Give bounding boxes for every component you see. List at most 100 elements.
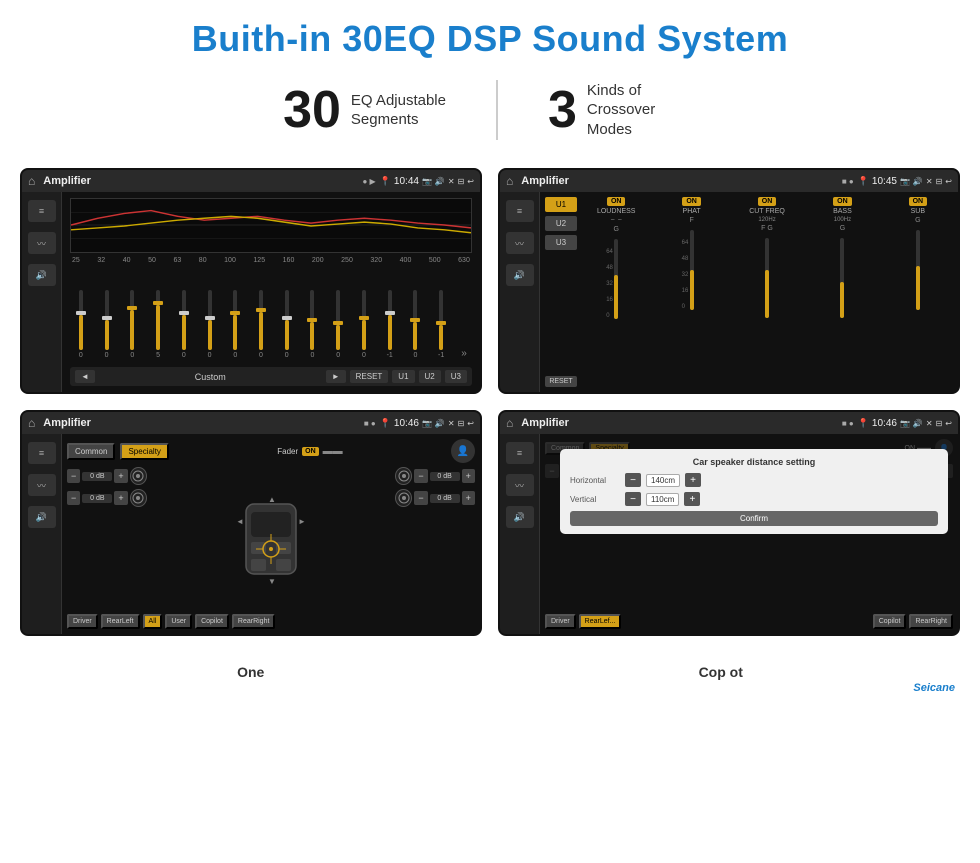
page-title: Buith-in 30EQ DSP Sound System — [0, 0, 980, 70]
dialog-horizontal-row: Horizontal − 140cm + — [570, 473, 938, 487]
eq-slider-9[interactable]: 0 — [276, 290, 298, 359]
user-btn[interactable]: User — [165, 614, 192, 629]
crossover-window-icon[interactable]: ⊟ — [936, 177, 943, 186]
db-plus-fr[interactable]: + — [462, 469, 475, 483]
eq-sliders-area: 0 0 0 5 0 — [70, 268, 472, 363]
distance-close-icon[interactable]: ✕ — [926, 419, 933, 428]
eq-reset-btn[interactable]: RESET — [350, 370, 389, 383]
eq-slider-7[interactable]: 0 — [224, 290, 246, 359]
distance-window-icon[interactable]: ⊟ — [936, 419, 943, 428]
eq-slider-15[interactable]: -1 — [430, 290, 452, 359]
phat-on[interactable]: ON — [682, 197, 701, 206]
crossover-home-icon[interactable]: ⌂ — [506, 174, 513, 188]
distance-sidebar-btn2[interactable]: 〰 — [506, 474, 534, 496]
dist-driver-btn[interactable]: Driver — [545, 614, 576, 629]
dist-copilot-btn[interactable]: Copilot — [873, 614, 907, 629]
eq-slider-4[interactable]: 5 — [147, 290, 169, 359]
db-plus-rl[interactable]: + — [114, 491, 127, 505]
speaker-sidebar-btn3[interactable]: 🔊 — [28, 506, 56, 528]
crossover-reset-btn[interactable]: RESET — [545, 376, 577, 387]
confirm-btn[interactable]: Confirm — [570, 511, 938, 526]
vertical-plus-btn[interactable]: + — [684, 492, 700, 506]
speaker-close-icon[interactable]: ✕ — [448, 419, 455, 428]
speaker-right-controls: − 0 dB + − 0 dB + — [395, 467, 475, 610]
window-icon[interactable]: ⊟ — [458, 177, 465, 186]
eq-slider-8[interactable]: 0 — [250, 290, 272, 359]
specialty-mode-btn[interactable]: Specialty — [120, 443, 168, 460]
loudness-slider[interactable]: 64 48 32 16 0 — [614, 239, 618, 319]
crossover-back-icon[interactable]: ↩ — [945, 177, 952, 186]
eq-sidebar: ≡ 〰 🔊 — [22, 192, 62, 392]
crossover-sidebar-btn2[interactable]: 〰 — [506, 232, 534, 254]
sub-on[interactable]: ON — [909, 197, 928, 206]
rear-right-btn[interactable]: RearRight — [232, 614, 276, 629]
u1-btn[interactable]: U1 — [545, 197, 577, 212]
speaker-window-icon[interactable]: ⊟ — [458, 419, 465, 428]
eq-sidebar-btn3[interactable]: 🔊 — [28, 264, 56, 286]
driver-btn[interactable]: Driver — [67, 614, 98, 629]
cutfreq-on[interactable]: ON — [758, 197, 777, 206]
eq-slider-1[interactable]: 0 — [70, 290, 92, 359]
back-icon[interactable]: ↩ — [467, 177, 474, 186]
db-minus-rl[interactable]: − — [67, 491, 80, 505]
eq-next-btn[interactable]: ► — [326, 370, 346, 383]
cutfreq-slider[interactable] — [765, 238, 769, 318]
eq-u3-btn[interactable]: U3 — [445, 370, 467, 383]
u3-btn[interactable]: U3 — [545, 235, 577, 250]
eq-slider-2[interactable]: 0 — [96, 290, 118, 359]
copilot-btn[interactable]: Copilot — [195, 614, 229, 629]
eq-slider-13[interactable]: -1 — [379, 290, 401, 359]
bass-slider[interactable] — [840, 238, 844, 318]
loudness-on[interactable]: ON — [607, 197, 626, 206]
eq-u1-btn[interactable]: U1 — [392, 370, 414, 383]
db-plus-rr[interactable]: + — [462, 491, 475, 505]
db-minus-fl[interactable]: − — [67, 469, 80, 483]
eq-slider-10[interactable]: 0 — [302, 290, 324, 359]
horizontal-minus-btn[interactable]: − — [625, 473, 641, 487]
common-mode-btn[interactable]: Common — [67, 443, 115, 460]
eq-slider-6[interactable]: 0 — [199, 290, 221, 359]
speaker-sidebar-btn1[interactable]: ≡ — [28, 442, 56, 464]
eq-slider-5[interactable]: 0 — [173, 290, 195, 359]
db-plus-fl[interactable]: + — [114, 469, 127, 483]
speaker-sidebar-btn2[interactable]: 〰 — [28, 474, 56, 496]
settings-person-icon[interactable]: 👤 — [451, 439, 475, 463]
crossover-sidebar-btn1[interactable]: ≡ — [506, 200, 534, 222]
eq-slider-14[interactable]: 0 — [405, 290, 427, 359]
distance-sidebar-btn1[interactable]: ≡ — [506, 442, 534, 464]
distance-home-icon[interactable]: ⌂ — [506, 416, 513, 430]
crossover-close-icon[interactable]: ✕ — [926, 177, 933, 186]
bass-on[interactable]: ON — [833, 197, 852, 206]
eq-slider-12[interactable]: 0 — [353, 290, 375, 359]
eq-prev-btn[interactable]: ◄ — [75, 370, 95, 383]
db-minus-fr[interactable]: − — [414, 469, 427, 483]
distance-back-icon[interactable]: ↩ — [945, 419, 952, 428]
eq-sidebar-btn2[interactable]: 〰 — [28, 232, 56, 254]
dist-rear-left-btn[interactable]: RearLef... — [579, 614, 622, 629]
speaker-time: 10:46 — [394, 418, 419, 429]
crossover-u-col: U1 U2 U3 RESET — [545, 197, 577, 387]
u2-btn[interactable]: U2 — [545, 216, 577, 231]
eq-u2-btn[interactable]: U2 — [419, 370, 441, 383]
ch-loudness: ON LOUDNESS ~~ G 64 48 32 16 0 — [581, 197, 651, 387]
vertical-minus-btn[interactable]: − — [625, 492, 641, 506]
dist-rear-right-btn[interactable]: RearRight — [909, 614, 953, 629]
eq-sidebar-btn1[interactable]: ≡ — [28, 200, 56, 222]
home-icon[interactable]: ⌂ — [28, 174, 35, 188]
speaker-home-icon[interactable]: ⌂ — [28, 416, 35, 430]
crossover-sidebar-btn3[interactable]: 🔊 — [506, 264, 534, 286]
fader-on-badge[interactable]: ON — [302, 447, 319, 456]
speaker-back-icon[interactable]: ↩ — [467, 419, 474, 428]
horizontal-plus-btn[interactable]: + — [685, 473, 701, 487]
db-control-rr: − 0 dB + — [395, 489, 475, 507]
phat-slider[interactable]: 64 48 32 16 0 — [690, 230, 694, 310]
close-icon[interactable]: ✕ — [448, 177, 455, 186]
sub-slider[interactable] — [916, 230, 920, 310]
rear-left-btn[interactable]: RearLeft — [101, 614, 140, 629]
eq-slider-11[interactable]: 0 — [327, 290, 349, 359]
distance-sidebar-btn3[interactable]: 🔊 — [506, 506, 534, 528]
eq-slider-3[interactable]: 0 — [121, 290, 143, 359]
db-minus-rr[interactable]: − — [414, 491, 427, 505]
all-btn[interactable]: All — [143, 614, 163, 629]
db-val-fr: 0 dB — [430, 472, 460, 481]
